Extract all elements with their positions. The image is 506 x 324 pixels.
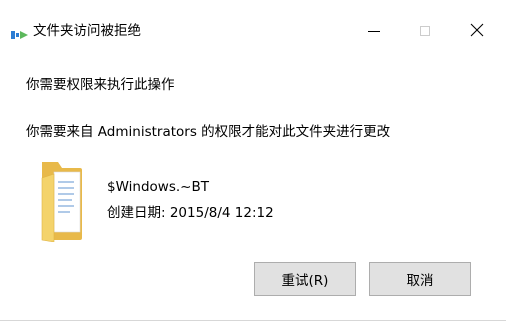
permission-message: 你需要来自 Administrators 的权限才能对此文件夹进行更改 [26,124,391,140]
window-title: 文件夹访问被拒绝 [33,23,141,39]
close-button[interactable] [455,14,499,48]
minimize-icon [368,30,380,32]
folder-icon [40,158,86,243]
cancel-button[interactable]: 取消 [369,262,471,296]
maximize-button[interactable] [403,14,447,48]
access-denied-dialog: 文件夹访问被拒绝 你需要权限来执行此操作 你需要来自 Administrator… [0,0,506,324]
dialog-bottom-border [0,320,506,321]
close-icon [470,22,484,41]
minimize-button[interactable] [352,14,396,48]
permission-heading: 你需要权限来执行此操作 [26,77,175,93]
folder-name: $Windows.~BT [107,179,209,195]
retry-button[interactable]: 重试(R) [254,262,356,296]
maximize-icon [420,26,430,36]
title-bar[interactable]: 文件夹访问被拒绝 [0,0,506,62]
folder-access-app-icon [11,26,29,39]
folder-created-date: 创建日期: 2015/8/4 12:12 [107,205,274,221]
